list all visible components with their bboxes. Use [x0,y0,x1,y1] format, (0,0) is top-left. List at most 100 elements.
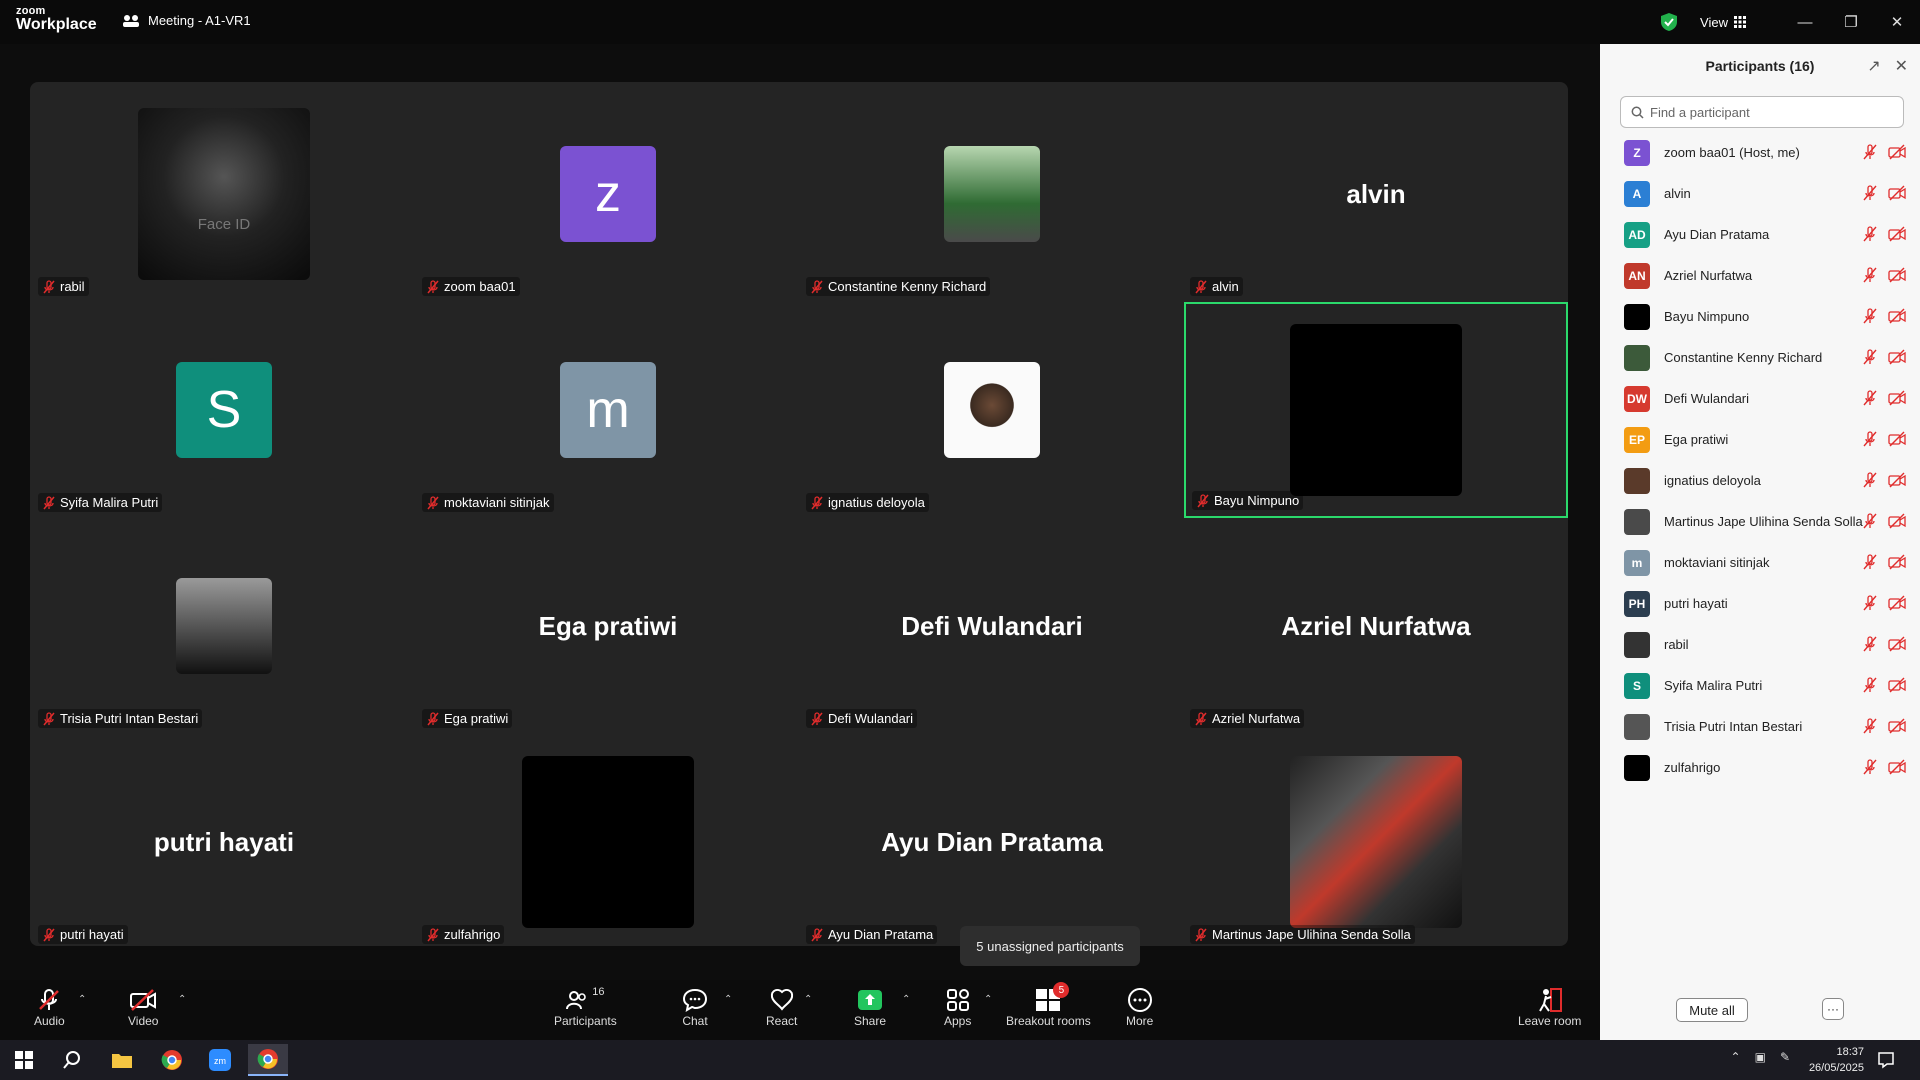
video-tile[interactable]: z zoom baa01 [416,86,800,302]
mic-muted-icon[interactable] [1862,636,1878,652]
participant-list-item[interactable]: ignatius deloyola [1600,460,1920,501]
mic-muted-icon[interactable] [1862,759,1878,775]
video-tile[interactable]: putri hayati putri hayati [32,734,416,950]
video-tile[interactable]: Constantine Kenny Richard [800,86,1184,302]
leave-room-button[interactable]: Leave room [1518,986,1581,1028]
audio-caret-icon[interactable]: ⌃ [78,994,86,1005]
popout-icon[interactable]: ↗ [1867,56,1880,76]
video-tile[interactable]: Bayu Nimpuno [1184,302,1568,518]
system-clock[interactable]: 18:37 26/05/2025 [1809,1044,1864,1076]
participant-list-item[interactable]: Bayu Nimpuno [1600,296,1920,337]
close-panel-icon[interactable]: ✕ [1895,56,1908,76]
participant-list-item[interactable]: Martinus Jape Ulihina Senda Solla [1600,501,1920,542]
mic-muted-icon[interactable] [1862,226,1878,242]
video-off-icon[interactable] [1888,759,1906,775]
breakout-rooms-button[interactable]: 5 Breakout rooms [1006,982,1091,1028]
react-button[interactable]: React [766,986,797,1028]
video-off-icon[interactable] [1888,390,1906,406]
participant-list-item[interactable]: Zzoom baa01 (Host, me) [1600,132,1920,173]
mic-muted-icon[interactable] [1862,267,1878,283]
video-tile[interactable]: Trisia Putri Intan Bestari [32,518,416,734]
mic-muted-icon[interactable] [1862,185,1878,201]
minimize-button[interactable]: — [1782,0,1828,44]
participant-list-item[interactable]: AN Azriel Nurfatwa [1600,255,1920,296]
mic-muted-icon[interactable] [1862,595,1878,611]
video-tile[interactable]: Face ID rabil [32,86,416,302]
panel-more-button[interactable]: ··· [1822,998,1844,1020]
apps-caret-icon[interactable]: ⌃ [984,994,992,1005]
mic-muted-icon[interactable] [1862,513,1878,529]
video-tile[interactable]: S Syifa Malira Putri [32,302,416,518]
meeting-info[interactable]: Meeting - A1-VR1 [122,13,251,28]
video-tile[interactable]: Martinus Jape Ulihina Senda Solla [1184,734,1568,950]
participant-list-item[interactable]: PH putri hayati [1600,583,1920,624]
restore-button[interactable]: ❐ [1828,0,1874,44]
share-caret-icon[interactable]: ⌃ [902,994,910,1005]
video-off-icon[interactable] [1888,636,1906,652]
mic-muted-icon[interactable] [1862,431,1878,447]
video-off-icon[interactable] [1888,554,1906,570]
taskbar-search-button[interactable] [52,1044,92,1076]
participants-button[interactable]: 16 Participants [554,986,617,1028]
video-tile[interactable]: Azriel Nurfatwa Azriel Nurfatwa [1184,518,1568,734]
mic-muted-icon[interactable] [1862,308,1878,324]
tray-chevron-icon[interactable]: ⌃ [1731,1050,1741,1064]
file-explorer-button[interactable] [102,1044,142,1076]
pen-icon[interactable]: ✎ [1780,1050,1790,1064]
participant-list-item[interactable]: m moktaviani sitinjak [1600,542,1920,583]
view-button[interactable]: View [1700,15,1746,30]
security-shield-icon[interactable] [1656,9,1682,35]
video-off-icon[interactable] [1888,185,1906,201]
mic-muted-icon[interactable] [1862,554,1878,570]
video-off-icon[interactable] [1888,226,1906,242]
video-off-icon[interactable] [1888,144,1906,160]
share-button[interactable]: Share [854,986,886,1028]
audio-button[interactable]: Audio [34,986,65,1028]
participant-list-item[interactable]: rabil [1600,624,1920,665]
apps-button[interactable]: Apps [944,986,971,1028]
mic-muted-icon[interactable] [1862,349,1878,365]
participant-list-item[interactable]: Constantine Kenny Richard [1600,337,1920,378]
video-off-icon[interactable] [1888,349,1906,365]
video-off-icon[interactable] [1888,595,1906,611]
video-off-icon[interactable] [1888,513,1906,529]
chat-button[interactable]: Chat [682,986,708,1028]
mic-muted-icon[interactable] [1862,472,1878,488]
video-off-icon[interactable] [1888,431,1906,447]
network-icon[interactable]: ▣ [1755,1050,1766,1064]
react-caret-icon[interactable]: ⌃ [804,994,812,1005]
participant-list-item[interactable]: DW Defi Wulandari [1600,378,1920,419]
mic-muted-icon[interactable] [1862,390,1878,406]
video-tile[interactable]: ignatius deloyola [800,302,1184,518]
video-tile[interactable]: zulfahrigo [416,734,800,950]
chrome-active-button[interactable] [248,1044,288,1076]
video-tile[interactable]: Defi Wulandari Defi Wulandari [800,518,1184,734]
video-off-icon[interactable] [1888,267,1906,283]
participant-list-item[interactable]: AD Ayu Dian Pratama [1600,214,1920,255]
video-off-icon[interactable] [1888,308,1906,324]
video-off-icon[interactable] [1888,718,1906,734]
video-tile[interactable]: m moktaviani sitinjak [416,302,800,518]
video-caret-icon[interactable]: ⌃ [178,994,186,1005]
participant-list-item[interactable]: EP Ega pratiwi [1600,419,1920,460]
notifications-button[interactable] [1866,1044,1906,1076]
participant-list-item[interactable]: S Syifa Malira Putri [1600,665,1920,706]
more-button[interactable]: More [1126,986,1153,1028]
video-tile[interactable]: alvin alvin [1184,86,1568,302]
start-button[interactable] [4,1044,44,1076]
participant-list-item[interactable]: Aalvin [1600,173,1920,214]
chrome-button[interactable] [152,1044,192,1076]
video-tile[interactable]: Ayu Dian Pratama Ayu Dian Pratama [800,734,1184,950]
video-off-icon[interactable] [1888,677,1906,693]
participant-list-item[interactable]: zulfahrigo [1600,747,1920,788]
chat-caret-icon[interactable]: ⌃ [724,994,732,1005]
video-tile[interactable]: Ega pratiwi Ega pratiwi [416,518,800,734]
video-button[interactable]: Video [128,986,158,1028]
participant-list-item[interactable]: Trisia Putri Intan Bestari [1600,706,1920,747]
mic-muted-icon[interactable] [1862,718,1878,734]
video-off-icon[interactable] [1888,472,1906,488]
zoom-taskbar-button[interactable]: zm [200,1044,240,1076]
participant-search-input[interactable]: Find a participant [1620,96,1904,128]
mic-muted-icon[interactable] [1862,144,1878,160]
close-window-button[interactable]: ✕ [1874,0,1920,44]
